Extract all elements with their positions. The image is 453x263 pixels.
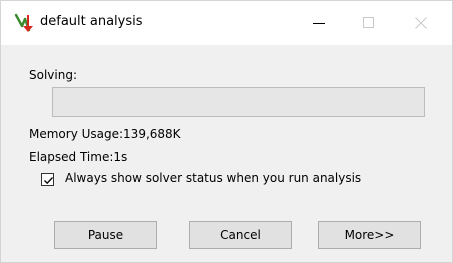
- minimize-button[interactable]: [296, 1, 342, 45]
- solving-label: Solving:: [29, 68, 77, 82]
- close-icon: [415, 17, 427, 29]
- always-show-checkbox[interactable]: [41, 173, 54, 186]
- cancel-button[interactable]: Cancel: [189, 221, 292, 249]
- maximize-icon: [363, 17, 374, 28]
- dialog-content: Solving: Memory Usage:139,688K Elapsed T…: [1, 45, 452, 262]
- title-bar[interactable]: default analysis: [1, 1, 452, 45]
- elapsed-time-text: Elapsed Time:1s: [29, 150, 128, 164]
- more-button[interactable]: More>>: [318, 221, 421, 249]
- maximize-button[interactable]: [346, 1, 392, 45]
- memory-usage-text: Memory Usage:139,688K: [29, 127, 181, 141]
- minimize-icon: [313, 23, 325, 24]
- pause-button[interactable]: Pause: [54, 221, 157, 249]
- close-button[interactable]: [398, 1, 444, 45]
- solver-app-icon: [14, 12, 36, 34]
- always-show-checkbox-label: Always show solver status when you run a…: [65, 171, 362, 185]
- check-icon: [44, 177, 53, 185]
- solver-progress-bar: [52, 87, 425, 117]
- window-title: default analysis: [40, 14, 143, 29]
- solver-status-window: default analysis Solving: Memory Usage:1…: [0, 0, 453, 263]
